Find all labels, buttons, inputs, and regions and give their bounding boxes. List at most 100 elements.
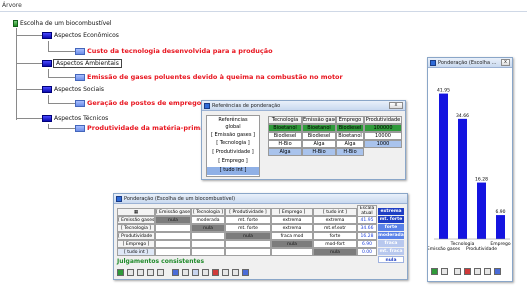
matrix-cell[interactable]: nula bbox=[271, 240, 313, 248]
arrow-icon[interactable] bbox=[202, 269, 209, 276]
matrix-cell[interactable]: nula bbox=[191, 224, 225, 232]
criterion-node-icon[interactable] bbox=[42, 60, 52, 67]
settings-icon[interactable] bbox=[232, 269, 239, 276]
chart-icon[interactable] bbox=[172, 269, 179, 276]
leaf-label-cost[interactable]: Custo da tecnologia desenvolvida para a … bbox=[87, 47, 273, 55]
root-node-icon[interactable] bbox=[13, 20, 18, 27]
criterion-node-icon[interactable] bbox=[42, 115, 52, 122]
sort-icon[interactable] bbox=[454, 268, 461, 275]
reference-cell[interactable]: Biodiesel bbox=[268, 132, 302, 140]
matrix-cell[interactable]: extrema bbox=[271, 224, 313, 232]
matrix-cell[interactable] bbox=[191, 240, 225, 248]
matrix-cell[interactable] bbox=[155, 224, 191, 232]
matrix-cell[interactable]: extrema bbox=[313, 216, 357, 224]
reference-cell[interactable]: Biodiesel bbox=[302, 132, 336, 140]
dialog-titlebar[interactable]: Referências de ponderação x bbox=[202, 101, 405, 111]
matrix-cell[interactable]: nula bbox=[313, 248, 357, 256]
matrix-cell[interactable] bbox=[191, 232, 225, 240]
reference-cell[interactable]: Biodiesel bbox=[336, 124, 364, 132]
measure-icon[interactable] bbox=[474, 268, 481, 275]
close-button[interactable]: x bbox=[389, 102, 403, 109]
matrix-cell[interactable]: mt. forte bbox=[225, 216, 271, 224]
matrix-cell[interactable]: mt. forte bbox=[225, 224, 271, 232]
flag-icon[interactable] bbox=[242, 269, 249, 276]
matrix-row-header[interactable]: [ Emprego ] bbox=[117, 240, 155, 248]
reference-cell[interactable]: Bioetanol bbox=[268, 124, 302, 132]
scale-badge[interactable]: mt. forte bbox=[378, 216, 404, 223]
matrix-row-header[interactable]: [ Emissão gases ] bbox=[117, 216, 155, 224]
close-button[interactable]: x bbox=[501, 59, 510, 66]
criterion-label-technical[interactable]: Aspectos Técnicos bbox=[54, 115, 108, 122]
matrix-row-header[interactable]: [ Produtividade ] bbox=[117, 232, 155, 240]
leaf-label-jobs[interactable]: Geração de postos de emprego bbox=[87, 99, 201, 107]
reference-cell[interactable]: 1000 bbox=[364, 140, 402, 148]
reference-cell[interactable]: Alga bbox=[336, 140, 364, 148]
reference-cell[interactable]: Bioetanol bbox=[336, 132, 364, 140]
reference-cell[interactable]: H-Bio bbox=[268, 140, 302, 148]
matrix-cell[interactable] bbox=[225, 248, 271, 256]
list-icon[interactable] bbox=[157, 269, 164, 276]
matrix-row-header[interactable]: [ tudo int ] bbox=[117, 248, 155, 256]
search-icon[interactable] bbox=[127, 269, 134, 276]
matrix-cell[interactable]: forte bbox=[313, 232, 357, 240]
scale-badge[interactable]: extrema bbox=[378, 208, 404, 215]
matrix-cell[interactable] bbox=[155, 240, 191, 248]
matrix-cell[interactable]: nula bbox=[155, 216, 191, 224]
matrix-cell[interactable]: moderada bbox=[191, 216, 225, 224]
scale-badge[interactable]: forte bbox=[378, 224, 404, 231]
reference-list-item-selected[interactable]: [ tudo int ] bbox=[207, 167, 259, 173]
reference-list-item[interactable]: [ Emprego ] bbox=[207, 158, 259, 164]
bar-chart-icon[interactable] bbox=[464, 268, 471, 275]
leaf-node-icon[interactable] bbox=[75, 74, 85, 81]
table-icon[interactable] bbox=[137, 269, 144, 276]
matrix-icon[interactable] bbox=[192, 269, 199, 276]
tree-root-label[interactable]: Escolha de um biocombustível bbox=[20, 20, 112, 27]
reference-cell[interactable]: Alga bbox=[302, 140, 336, 148]
reference-cell[interactable]: Bioetanol bbox=[302, 124, 336, 132]
matrix-cell[interactable]: mt.ef.extr bbox=[313, 224, 357, 232]
reference-cell[interactable]: Alga bbox=[268, 148, 302, 156]
dialog-titlebar[interactable]: Ponderação (Escolha ... x bbox=[428, 58, 512, 68]
leaf-node-icon[interactable] bbox=[75, 125, 85, 132]
copy-icon[interactable] bbox=[147, 269, 154, 276]
table-icon[interactable] bbox=[484, 268, 491, 275]
criterion-label-social[interactable]: Aspectos Sociais bbox=[54, 86, 104, 93]
matrix-cell[interactable]: extrema bbox=[271, 216, 313, 224]
reference-cell[interactable]: 100000 bbox=[364, 124, 402, 132]
leaf-label-productivity[interactable]: Produtividade da matéria-prima bbox=[87, 124, 205, 132]
matrix-cell[interactable] bbox=[155, 232, 191, 240]
matrix-column-header[interactable]: [ tudo int ] bbox=[313, 208, 357, 216]
reference-list-item[interactable]: [ Tecnologia ] bbox=[207, 140, 259, 146]
reference-cell[interactable]: 10000 bbox=[364, 132, 402, 140]
reference-cell[interactable]: H-Bio bbox=[336, 148, 364, 156]
criterion-node-icon[interactable] bbox=[42, 86, 52, 93]
matrix-column-header[interactable]: [ Tecnologia ] bbox=[191, 208, 225, 216]
grid-icon[interactable] bbox=[117, 269, 124, 276]
sort-icon[interactable] bbox=[182, 269, 189, 276]
matrix-cell[interactable]: nula bbox=[225, 232, 271, 240]
bar-chart-icon[interactable] bbox=[212, 269, 219, 276]
reference-list-item[interactable]: [ Produtividade ] bbox=[207, 149, 259, 155]
matrix-cell[interactable]: fraca mod bbox=[271, 232, 313, 240]
scale-badge[interactable]: moderada bbox=[378, 232, 404, 239]
criterion-label-economic[interactable]: Aspectos Econômicos bbox=[54, 32, 119, 39]
criterion-label-environmental[interactable]: Aspectos Ambientais bbox=[53, 59, 122, 68]
chart-icon[interactable] bbox=[441, 268, 448, 275]
leaf-node-icon[interactable] bbox=[75, 48, 85, 55]
leaf-label-emissions[interactable]: Emissão de gases poluentes devido à quei… bbox=[87, 73, 343, 81]
scale-badge[interactable]: fraca bbox=[378, 240, 404, 247]
matrix-column-header[interactable]: [ Produtividade ] bbox=[225, 208, 271, 216]
matrix-cell[interactable] bbox=[225, 240, 271, 248]
grid-icon[interactable] bbox=[431, 268, 438, 275]
matrix-cell[interactable]: mod-fort bbox=[313, 240, 357, 248]
matrix-row-header[interactable]: [ Tecnologia ] bbox=[117, 224, 155, 232]
measure-icon[interactable] bbox=[222, 269, 229, 276]
scale-badge[interactable]: mt. fraca bbox=[378, 248, 404, 255]
scale-badge[interactable]: nula bbox=[378, 256, 404, 263]
dialog-titlebar[interactable]: Ponderação (Escolha de um biocombustível… bbox=[114, 194, 407, 204]
matrix-cell[interactable] bbox=[191, 248, 225, 256]
matrix-column-header[interactable]: [ Emprego ] bbox=[271, 208, 313, 216]
criterion-node-icon[interactable] bbox=[42, 32, 52, 39]
reference-list-item[interactable]: [ Emissão gases ] bbox=[207, 132, 259, 138]
matrix-corner-icon[interactable]: ▦ bbox=[117, 208, 155, 216]
